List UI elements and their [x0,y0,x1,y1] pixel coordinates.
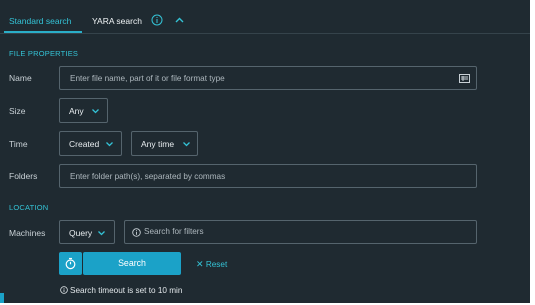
machines-filter-placeholder: Search for filters [144,227,204,236]
chevron-down-icon [92,109,99,114]
name-label: Name [9,73,32,83]
folders-input[interactable]: Enter folder path(s), separated by comma… [59,164,477,188]
chevron-up-icon[interactable] [174,15,185,26]
time-type-value: Created [69,139,100,149]
folders-label: Folders [9,171,38,181]
file-properties-heading: FILE PROPERTIES [9,49,79,58]
active-tab-underline [4,31,82,33]
reset-button[interactable]: ✕ Reset [196,259,227,270]
location-heading: LOCATION [9,203,49,212]
tab-standard-search[interactable]: Standard search [9,15,71,27]
search-button[interactable]: Search [83,252,181,275]
timer-button[interactable] [59,252,82,275]
close-icon: ✕ [196,259,204,269]
machines-mode-value: Query [69,228,93,238]
time-type-dropdown[interactable]: Created [59,131,122,156]
edge-marker [0,293,4,303]
file-name-placeholder: Enter file name, part of it or file form… [70,74,225,83]
tab-yara-search[interactable]: YARA search [92,15,142,27]
machines-label: Machines [9,228,46,238]
size-label: Size [9,106,26,116]
chevron-down-icon [183,142,190,147]
search-tab-bar: Standard search YARA search [0,0,530,34]
size-dropdown[interactable]: Any [59,98,108,123]
file-name-input[interactable]: Enter file name, part of it or file form… [59,66,477,90]
chevron-down-icon [98,231,105,236]
timer-icon [65,257,76,270]
chevron-down-icon [106,142,113,147]
search-timeout-note: Search timeout is set to 10 min [60,285,182,295]
search-timeout-text: Search timeout is set to 10 min [70,286,183,295]
list-icon[interactable] [459,74,470,83]
machines-filter-input[interactable]: Search for filters [124,220,477,244]
right-margin [530,0,535,305]
info-icon [60,286,68,294]
reset-label: Reset [205,260,228,269]
info-icon [132,228,141,237]
search-panel: Standard search YARA search FILE PROPERT… [0,0,530,303]
machines-mode-dropdown[interactable]: Query [59,220,115,244]
info-icon[interactable] [151,14,163,26]
folders-placeholder: Enter folder path(s), separated by comma… [70,172,226,181]
time-range-dropdown[interactable]: Any time [131,131,198,156]
size-dropdown-value: Any [69,106,84,116]
time-label: Time [9,139,28,149]
time-range-value: Any time [141,139,175,149]
